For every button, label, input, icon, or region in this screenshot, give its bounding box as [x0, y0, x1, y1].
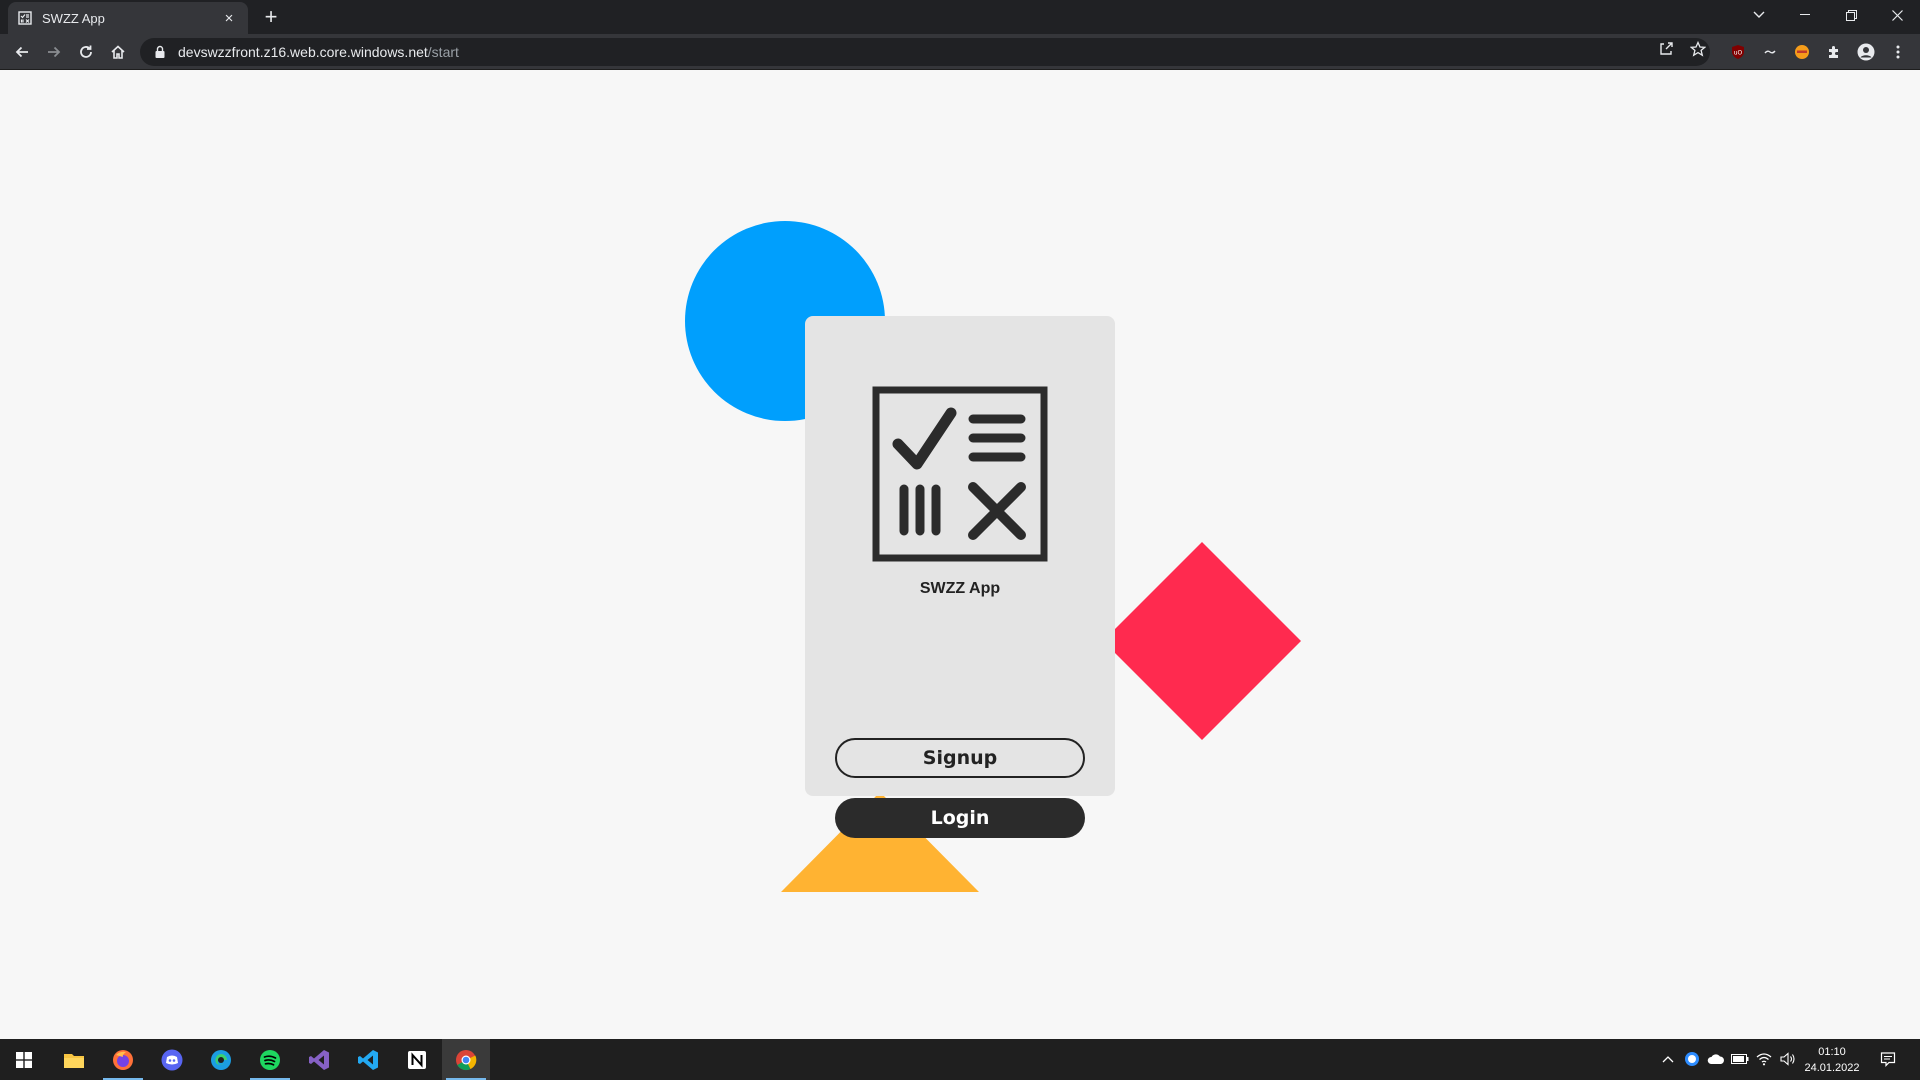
windows-taskbar: 01:10 24.01.2022 [0, 1039, 1920, 1080]
profile-avatar-icon[interactable] [1856, 42, 1876, 62]
chrome-icon[interactable] [442, 1039, 490, 1080]
red-diamond-decoration [1103, 542, 1301, 740]
chat-bubble-tray-icon[interactable] [1682, 1049, 1702, 1069]
onedrive-cloud-icon[interactable] [1706, 1049, 1726, 1069]
browser-toolbar: devswzzfront.z16.web.core.windows.net/st… [0, 34, 1920, 70]
app-favicon-icon [18, 11, 32, 25]
page-content: SWZZ App Signup Login [0, 71, 1920, 1039]
url-host: devswzzfront.z16.web.core.windows.net [178, 44, 428, 60]
ublock-extension-icon[interactable]: uO [1728, 42, 1748, 62]
start-card: SWZZ App Signup Login [805, 316, 1115, 838]
extensions-puzzle-icon[interactable] [1824, 42, 1844, 62]
system-clock[interactable]: 01:10 24.01.2022 [1796, 1044, 1868, 1076]
browser-menu-icon[interactable] [1888, 42, 1908, 62]
share-icon[interactable] [1655, 38, 1677, 60]
address-bar[interactable]: devswzzfront.z16.web.core.windows.net/st… [140, 38, 1710, 66]
visual-studio-icon[interactable] [295, 1039, 343, 1080]
notion-icon[interactable] [393, 1039, 441, 1080]
show-hidden-icons-chevron-icon[interactable] [1658, 1049, 1678, 1069]
reload-icon[interactable] [72, 38, 100, 66]
restore-button[interactable] [1828, 0, 1874, 30]
signup-button[interactable]: Signup [835, 738, 1085, 778]
forward-arrow-icon[interactable] [40, 38, 68, 66]
home-icon[interactable] [104, 38, 132, 66]
browser-tab[interactable]: SWZZ App × [8, 2, 248, 34]
back-arrow-icon[interactable] [8, 38, 36, 66]
svg-text:uO: uO [1734, 50, 1743, 57]
wifi-icon[interactable] [1754, 1049, 1774, 1069]
clock-time: 01:10 [1818, 1046, 1846, 1058]
tab-search-icon[interactable] [1736, 0, 1782, 30]
lock-icon[interactable] [154, 45, 168, 59]
notifications-icon[interactable] [1878, 1049, 1898, 1069]
vscode-icon[interactable] [344, 1039, 392, 1080]
honey-extension-icon[interactable] [1792, 42, 1812, 62]
clock-date: 24.01.2022 [1804, 1062, 1860, 1074]
battery-icon[interactable] [1730, 1049, 1750, 1069]
file-explorer-icon[interactable] [50, 1039, 98, 1080]
browser-tab-bar: SWZZ App × + [0, 0, 1920, 34]
app-title: SWZZ App [919, 580, 1001, 597]
discord-icon[interactable] [148, 1039, 196, 1080]
close-window-button[interactable] [1874, 0, 1920, 30]
bookmark-star-icon[interactable] [1687, 38, 1709, 60]
spotify-icon[interactable] [246, 1039, 294, 1080]
checklist-logo-icon [872, 386, 1048, 562]
edge-icon[interactable] [197, 1039, 245, 1080]
tab-title: SWZZ App [42, 10, 105, 26]
windows-start-icon[interactable] [0, 1039, 48, 1080]
login-button[interactable]: Login [835, 798, 1085, 838]
tab-close-icon[interactable]: × [220, 9, 238, 27]
extension-tilde-icon[interactable] [1760, 42, 1780, 62]
volume-icon[interactable] [1778, 1049, 1798, 1069]
new-tab-button[interactable]: + [258, 5, 284, 31]
minimize-button[interactable] [1782, 0, 1828, 30]
firefox-icon[interactable] [99, 1039, 147, 1080]
url-path: /start [427, 44, 459, 60]
